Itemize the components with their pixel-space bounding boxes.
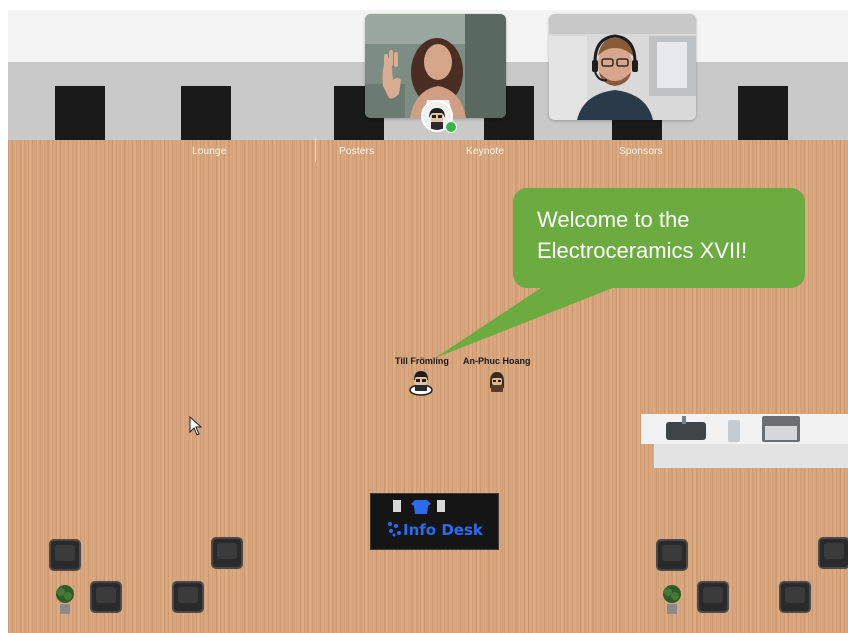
chair-icon[interactable] bbox=[818, 537, 848, 569]
welcome-line-1: Welcome to the bbox=[537, 207, 690, 232]
player-name-till[interactable]: Till Frömling bbox=[395, 356, 449, 366]
chair-icon[interactable] bbox=[49, 539, 81, 571]
chair-icon[interactable] bbox=[90, 581, 122, 613]
info-desk[interactable]: Info Desk bbox=[370, 493, 499, 550]
mouse-cursor-icon bbox=[189, 416, 203, 436]
speech-bubble-tail bbox=[435, 280, 633, 358]
plant-icon bbox=[663, 585, 681, 614]
player-avatar-till[interactable] bbox=[408, 368, 434, 396]
room-label-posters[interactable]: Posters bbox=[339, 146, 374, 157]
player-avatar-an-phuc[interactable] bbox=[487, 370, 507, 394]
doorway-lounge-left[interactable] bbox=[55, 86, 105, 140]
kitchen-counter bbox=[641, 414, 848, 444]
chair-icon[interactable] bbox=[172, 581, 204, 613]
welcome-speech-bubble: Welcome to the Electroceramics XVII! bbox=[513, 188, 805, 288]
doorway-right[interactable] bbox=[738, 86, 788, 140]
room-divider bbox=[315, 138, 316, 162]
chair-icon[interactable] bbox=[697, 581, 729, 613]
participant-2-video-feed bbox=[549, 14, 696, 120]
room-label-lounge[interactable]: Lounge bbox=[192, 146, 227, 157]
video-participant-2[interactable] bbox=[549, 14, 696, 120]
info-desk-label[interactable]: Info Desk bbox=[403, 521, 483, 539]
chair-icon[interactable] bbox=[779, 581, 811, 613]
chair-icon[interactable] bbox=[656, 539, 688, 571]
info-desk-icon bbox=[388, 522, 401, 537]
plant-icon bbox=[56, 585, 74, 614]
doorway-lounge-right[interactable] bbox=[181, 86, 231, 140]
welcome-line-2: Electroceramics XVII! bbox=[537, 238, 748, 263]
chair-icon[interactable] bbox=[211, 537, 243, 569]
counter-shadow bbox=[654, 444, 848, 468]
virtual-space-map[interactable]: Lounge Posters Keynote Sponsors Welcome … bbox=[8, 10, 848, 633]
online-status-icon bbox=[445, 121, 457, 133]
player-name-an-phuc[interactable]: An-Phuc Hoang bbox=[463, 356, 531, 366]
room-label-keynote[interactable]: Keynote bbox=[466, 146, 504, 157]
room-label-sponsors[interactable]: Sponsors bbox=[619, 146, 663, 157]
info-desk-items bbox=[393, 500, 445, 514]
